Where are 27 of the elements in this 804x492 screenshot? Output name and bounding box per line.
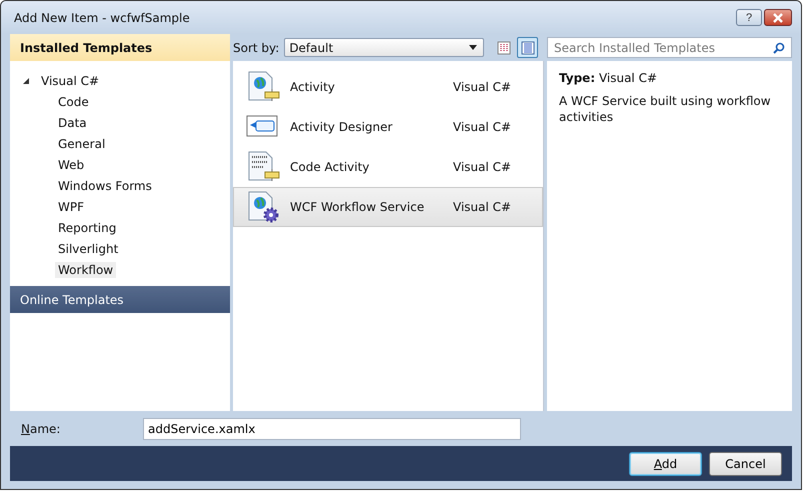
cancel-button[interactable]: Cancel: [709, 452, 782, 476]
tree-item[interactable]: Reporting: [55, 220, 120, 236]
template-item[interactable]: WCF Workflow Service Visual C#: [233, 187, 543, 227]
tree-item[interactable]: Windows Forms: [55, 178, 155, 194]
name-field[interactable]: addService.xamlx: [143, 418, 521, 440]
search-field[interactable]: Search Installed Templates: [547, 37, 792, 58]
template-item[interactable]: Activity Visual C#: [233, 67, 543, 107]
tree-item[interactable]: Workflow: [55, 262, 116, 278]
installed-templates-header[interactable]: Installed Templates: [10, 34, 230, 61]
online-templates-header[interactable]: Online Templates: [10, 286, 230, 313]
template-item[interactable]: Activity Designer Visual C#: [233, 107, 543, 147]
add-button[interactable]: Add: [629, 452, 702, 476]
tree-item[interactable]: WPF: [55, 198, 88, 214]
sort-dropdown[interactable]: Default: [284, 38, 484, 57]
window-title: Add New Item - wcfwfSample: [14, 10, 190, 24]
type-text: Type: Visual C#: [559, 71, 658, 85]
help-button[interactable]: ?: [736, 9, 762, 26]
template-item[interactable]: Code Activity Visual C#: [233, 147, 543, 187]
tree-item[interactable]: Data: [55, 114, 90, 130]
tree-item[interactable]: Web: [55, 156, 88, 172]
tree-item[interactable]: General: [55, 136, 108, 152]
tree-item[interactable]: Code: [55, 94, 92, 110]
sort-label: Sort by:: [233, 40, 280, 54]
tree-item[interactable]: Visual C#: [38, 72, 102, 88]
name-label: Name:: [21, 422, 62, 436]
template-description: A WCF Service built using workflow activities: [559, 93, 772, 125]
tree-item[interactable]: Silverlight: [55, 240, 122, 256]
